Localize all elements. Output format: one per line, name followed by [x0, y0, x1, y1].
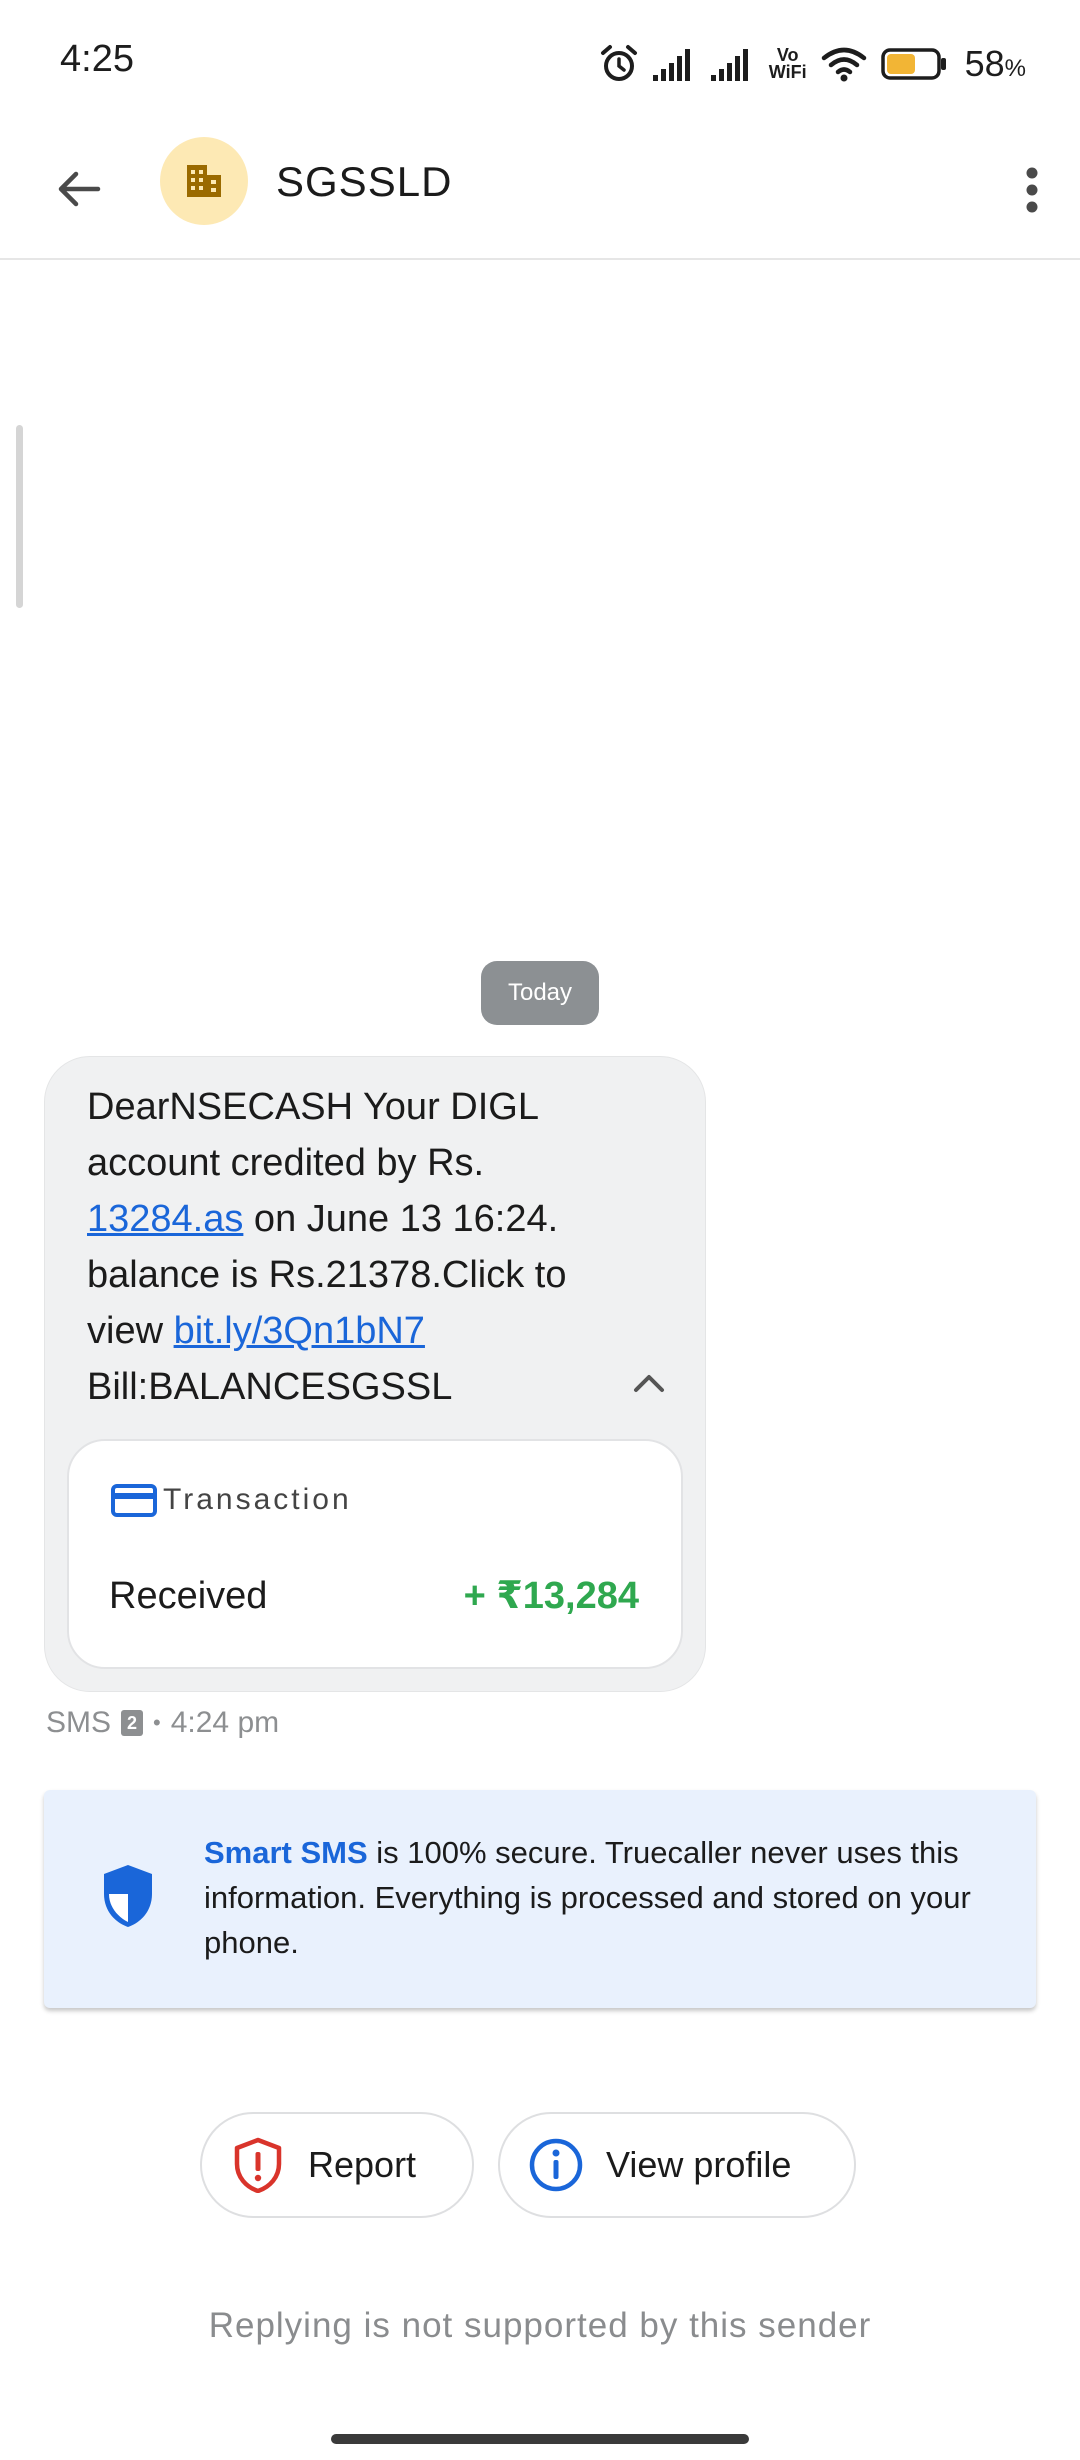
message-meta: SMS 2 • 4:24 pm	[46, 1706, 279, 1740]
sim-badge: 2	[121, 1710, 144, 1736]
transaction-header: Transaction	[111, 1483, 352, 1517]
battery-icon	[880, 48, 946, 80]
smart-sms-brand: Smart SMS	[204, 1835, 368, 1870]
alarm-icon	[600, 45, 637, 81]
message-time: 4:24 pm	[170, 1706, 280, 1739]
more-options-button[interactable]	[1002, 152, 1062, 228]
shield-icon	[104, 1865, 152, 1927]
collapse-button[interactable]	[629, 1363, 669, 1403]
status-bar: 4:25 Vo WiFi 58%	[0, 0, 1080, 120]
report-shield-icon	[234, 2137, 282, 2193]
status-icons: Vo WiFi 58%	[599, 36, 1026, 92]
transaction-amount: + ₹13,284	[463, 1575, 639, 1617]
view-profile-button[interactable]: View profile	[498, 2112, 856, 2218]
report-button[interactable]: Report	[200, 2112, 474, 2218]
credit-card-icon	[111, 1484, 157, 1517]
signal-icon-sim1	[652, 49, 690, 81]
app-bar: SGSSLD	[0, 120, 1080, 260]
amount-link[interactable]: 13284.as	[87, 1198, 243, 1240]
building-icon	[187, 165, 221, 197]
date-chip: Today	[481, 961, 599, 1025]
short-url-link[interactable]: bit.ly/3Qn1bN7	[174, 1310, 425, 1352]
scroll-indicator[interactable]	[16, 425, 23, 608]
chevron-up-icon	[634, 1375, 664, 1392]
report-label: Report	[308, 2144, 417, 2185]
arrow-left-icon	[58, 171, 101, 207]
view-profile-label: View profile	[606, 2144, 792, 2185]
signal-icon-sim2	[710, 49, 748, 81]
transaction-card[interactable]: Transaction Received + ₹13,284	[67, 1439, 683, 1669]
wifi-icon	[821, 47, 866, 82]
transaction-header-label: Transaction	[163, 1483, 352, 1516]
avatar[interactable]	[160, 137, 248, 225]
more-vertical-icon	[1026, 167, 1038, 213]
transaction-type: Received	[109, 1575, 268, 1617]
home-indicator[interactable]	[331, 2434, 749, 2444]
secure-notice-card: Smart SMS is 100% secure. Truecaller nev…	[44, 1790, 1036, 2008]
meta-separator: •	[153, 1710, 161, 1735]
reply-not-supported-note: Replying is not supported by this sender	[208, 2306, 872, 2345]
status-time: 4:25	[60, 38, 134, 80]
vowifi-icon: Vo WiFi	[768, 45, 807, 82]
back-button[interactable]	[44, 154, 114, 224]
message-channel: SMS	[46, 1706, 112, 1739]
info-icon	[529, 2138, 583, 2192]
battery-percent: 58%	[964, 43, 1026, 84]
secure-notice-text: Smart SMS is 100% secure. Truecaller nev…	[204, 1835, 971, 1960]
message-text: DearNSECASH Your DIGL account credited b…	[87, 1086, 567, 1408]
message-bubble[interactable]: DearNSECASH Your DIGL account credited b…	[44, 1056, 706, 1692]
page-title[interactable]: SGSSLD	[276, 158, 452, 206]
